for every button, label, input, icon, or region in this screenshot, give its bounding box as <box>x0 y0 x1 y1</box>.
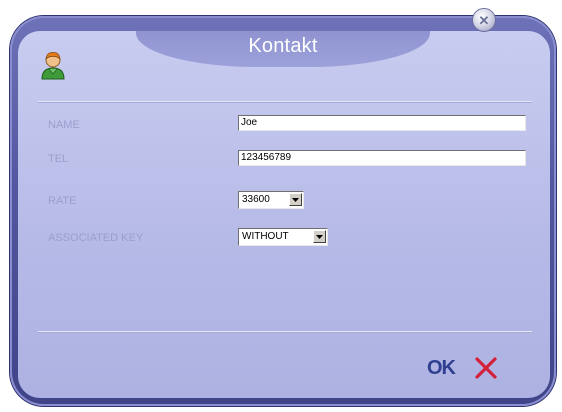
cancel-button[interactable] <box>474 356 498 380</box>
rate-select[interactable]: 33600 <box>238 191 304 209</box>
close-icon: ✕ <box>478 12 490 28</box>
associated-key-label: ASSOCIATED KEY <box>48 232 144 244</box>
ok-button[interactable]: OK <box>427 357 456 380</box>
bottom-divider <box>38 331 532 332</box>
title-bar: Kontakt <box>136 31 430 67</box>
top-divider <box>38 101 532 102</box>
associated-key-value: WITHOUT <box>242 231 289 242</box>
rate-dropdown-arrow-icon[interactable] <box>289 193 302 206</box>
rate-label: RATE <box>48 195 77 207</box>
contact-avatar-icon <box>40 50 66 80</box>
rate-value: 33600 <box>242 194 270 205</box>
tel-field[interactable] <box>238 150 526 166</box>
dialog-title: Kontakt <box>248 35 318 57</box>
cancel-x-icon <box>475 357 497 379</box>
dialog-panel: Kontakt <box>18 31 550 398</box>
name-field[interactable] <box>238 115 526 131</box>
associated-key-dropdown-arrow-icon[interactable] <box>313 230 326 243</box>
name-label: NAME <box>48 119 80 131</box>
tel-label: TEL <box>48 153 69 165</box>
associated-key-select[interactable]: WITHOUT <box>238 228 328 246</box>
close-button[interactable]: ✕ <box>473 9 495 31</box>
